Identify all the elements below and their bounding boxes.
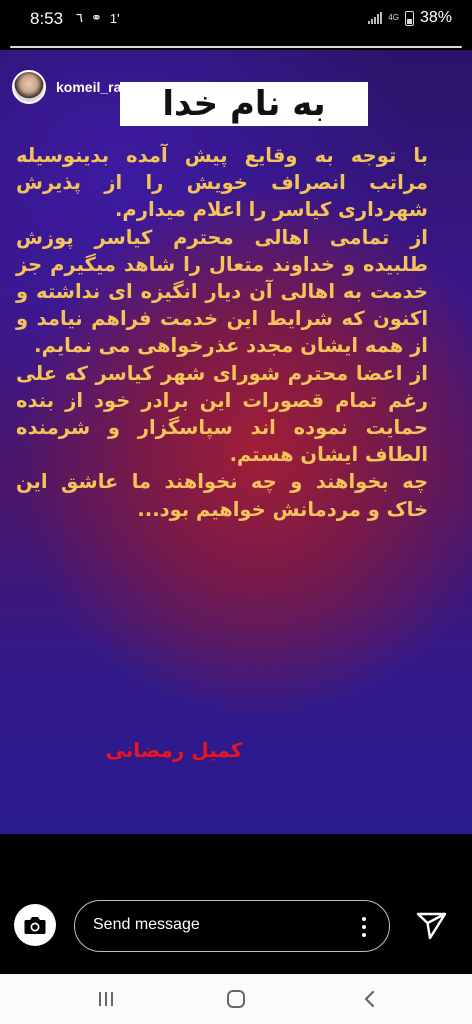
signature: کمیل رمضانی [105, 738, 243, 762]
status-time: 8:53 [30, 9, 64, 28]
story-paragraph: چه بخواهند و چه نخواهند ما عاشق این خاک … [16, 470, 428, 521]
status-bar: 8:53 ٦ ⚭ 1' 4G 38% [0, 0, 472, 38]
status-right: 4G 38% [368, 9, 452, 27]
status-notification-icons: ٦ ⚭ 1' [76, 10, 120, 26]
camera-icon [24, 917, 46, 934]
send-message-placeholder: Send message [93, 916, 200, 933]
story-body-text: با توجه به وقایع پیش آمده بدینوسیله مرات… [16, 142, 428, 523]
signal-icon [368, 12, 383, 24]
notification-icon: ٦ [76, 10, 83, 25]
battery-level: 38% [419, 9, 452, 26]
avatar[interactable] [12, 70, 46, 104]
send-button[interactable] [412, 906, 450, 944]
android-nav-bar [0, 974, 472, 1024]
battery-icon [404, 10, 414, 26]
home-icon [227, 990, 245, 1008]
story-content[interactable]: komeil_ramzani 4m به نام خدا با توجه به … [0, 50, 472, 834]
story-paragraph: از اعضا محترم شورای شهر کیاسر که علی رغم… [16, 361, 428, 467]
send-message-input[interactable]: Send message [74, 900, 390, 952]
recents-icon [99, 992, 113, 1006]
reply-bar: Send message [0, 834, 472, 974]
notification-icon: 1' [109, 10, 120, 26]
more-vertical-icon[interactable] [353, 911, 375, 943]
recents-button[interactable] [88, 982, 124, 1016]
send-icon [416, 912, 447, 940]
camera-button[interactable] [14, 904, 56, 946]
story-paragraph: از تمامی اهالی محترم کیاسر پوزش طلبیده و… [16, 225, 428, 358]
story-paragraph: با توجه به وقایع پیش آمده بدینوسیله مرات… [16, 144, 428, 222]
story-progress-bar [10, 46, 462, 48]
back-button[interactable] [352, 982, 388, 1016]
back-icon [364, 990, 375, 1008]
story-heading: به نام خدا [120, 82, 368, 126]
network-type: 4G [388, 13, 399, 22]
home-button[interactable] [218, 982, 254, 1016]
link-icon: ⚭ [90, 10, 102, 25]
